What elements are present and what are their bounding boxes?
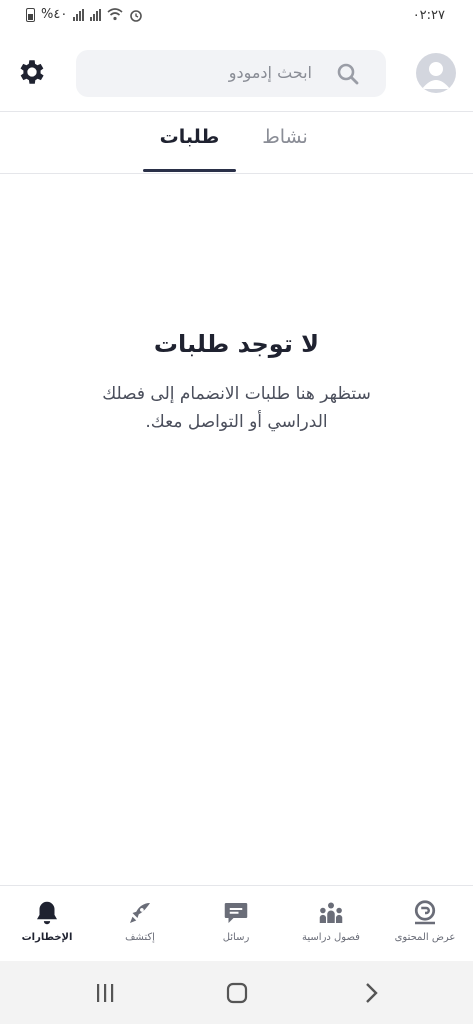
alarm-icon [130, 9, 143, 22]
nav-notifications[interactable]: الإخطارات [2, 898, 92, 943]
avatar[interactable] [416, 53, 456, 93]
system-nav-bar [0, 961, 473, 1024]
back-icon[interactable] [358, 980, 384, 1006]
nav-messages[interactable]: رسائل [191, 898, 281, 943]
status-time: ٠٢:٢٧ [412, 8, 445, 23]
nav-discover-label: إكتشف [125, 932, 155, 943]
active-tab-indicator [143, 169, 236, 172]
bottom-nav: الإخطارات إكتشف رسائل فصول دراسية عرض ال… [0, 885, 473, 961]
empty-state: لا توجد طلبات ستظهر هنا طلبات الانضمام إ… [40, 330, 433, 436]
recent-apps-icon[interactable] [92, 980, 118, 1006]
battery-percent: %٤٠ [41, 7, 68, 22]
status-bar: %٤٠ ٠٢:٢٧ [0, 0, 473, 34]
nav-content-label: عرض المحتوى [394, 932, 456, 943]
signal-icon-2 [90, 8, 102, 21]
nav-notifications-label: الإخطارات [21, 932, 73, 943]
empty-state-title: لا توجد طلبات [153, 330, 320, 358]
message-icon [224, 903, 248, 923]
classes-icon [319, 902, 343, 923]
signal-icon [73, 8, 85, 21]
tab-activity[interactable]: نشاط [250, 126, 320, 148]
user-avatar-icon [422, 62, 450, 89]
wifi-icon [107, 8, 123, 21]
search-placeholder: ابحث إدمودو [228, 63, 312, 82]
nav-classes[interactable]: فصول دراسية [286, 898, 376, 943]
content-icon [414, 900, 436, 925]
bell-icon [37, 901, 57, 925]
search-icon [337, 63, 359, 85]
nav-classes-label: فصول دراسية [302, 932, 360, 943]
rocket-icon [130, 903, 150, 923]
home-icon[interactable] [224, 980, 250, 1006]
tab-requests[interactable]: طلبات [143, 126, 236, 148]
nav-discover[interactable]: إكتشف [95, 898, 185, 943]
nav-content[interactable]: عرض المحتوى [380, 898, 470, 943]
nav-messages-label: رسائل [222, 932, 250, 943]
empty-state-description: ستظهر هنا طلبات الانضمام إلى فصلك الدراس… [102, 384, 371, 432]
battery-icon [26, 7, 35, 22]
top-header: ابحث إدمودو [0, 34, 473, 112]
gear-icon[interactable] [16, 56, 48, 88]
status-indicators: %٤٠ [26, 7, 143, 22]
search-input[interactable]: ابحث إدمودو [76, 50, 386, 97]
tab-bar: طلبات نشاط [0, 112, 473, 174]
